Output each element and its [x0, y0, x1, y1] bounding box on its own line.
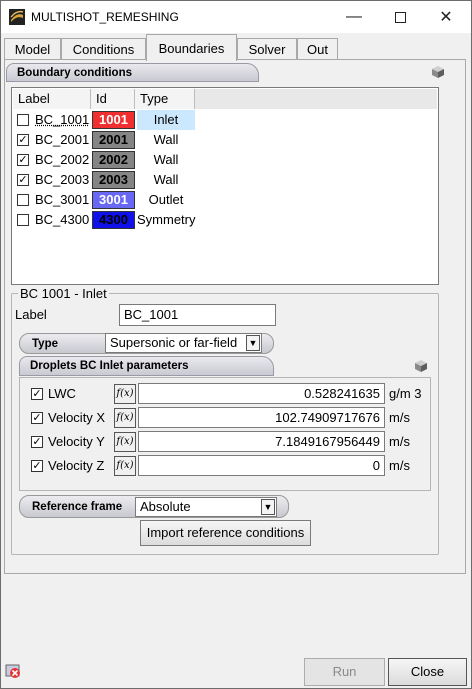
boundary-conditions-header: Boundary conditions: [6, 63, 259, 82]
function-button[interactable]: f(x): [114, 384, 136, 404]
row-label: BC_1001: [35, 112, 90, 127]
chevron-down-icon: ▼: [246, 335, 260, 351]
row-id-swatch: 2003: [92, 171, 135, 189]
app-window: MULTISHOT_REMESHING — ✕ Model Conditions…: [0, 0, 472, 689]
function-button[interactable]: f(x): [114, 408, 136, 428]
row-checkbox[interactable]: [17, 194, 29, 206]
row-type: Symmetry: [137, 212, 196, 227]
table-row[interactable]: BC_4300 4300 Symmetry: [13, 210, 437, 230]
row-checkbox[interactable]: ✓: [17, 174, 29, 186]
param-name: Velocity X: [48, 410, 106, 425]
row-label: BC_2002: [35, 152, 90, 167]
table-row[interactable]: ✓ BC_2002 2002 Wall: [13, 150, 437, 170]
param-checkbox[interactable]: ✓: [31, 412, 43, 424]
tab-label: Conditions: [72, 42, 135, 57]
cube-icon[interactable]: [431, 65, 445, 79]
chevron-down-icon: ▼: [261, 499, 275, 515]
tab-label: Out: [307, 42, 328, 57]
type-caption: Type: [32, 337, 58, 350]
row-id-swatch: 3001: [92, 191, 135, 209]
column-header-type[interactable]: Type: [135, 89, 195, 109]
param-name: LWC: [48, 386, 76, 401]
param-checkbox[interactable]: ✓: [31, 460, 43, 472]
window-title: MULTISHOT_REMESHING: [31, 10, 179, 24]
tab-boundaries[interactable]: Boundaries: [146, 34, 237, 61]
droplets-header: Droplets BC Inlet parameters: [19, 356, 274, 376]
table-row[interactable]: BC_1001 1001 Inlet: [13, 110, 437, 130]
param-value-input[interactable]: 102.74909717676: [138, 407, 385, 428]
section-title: Droplets BC Inlet parameters: [30, 360, 189, 372]
tab-out[interactable]: Out: [297, 38, 338, 60]
boundary-table: Label Id Type BC_1001 1001 Inlet ✓ BC_2001 20…: [11, 87, 439, 285]
param-checkbox[interactable]: ✓: [31, 388, 43, 400]
header-text: Type: [140, 91, 169, 106]
cube-icon[interactable]: [414, 359, 428, 373]
title-bar: MULTISHOT_REMESHING — ✕: [1, 1, 471, 33]
bc-detail-title: BC 1001 - Inlet: [18, 286, 109, 301]
label-input[interactable]: BC_1001: [119, 304, 276, 326]
row-id-swatch: 2002: [92, 151, 135, 169]
header-text: Label: [18, 91, 50, 106]
close-button[interactable]: Close: [388, 658, 467, 686]
type-select-value: Supersonic or far-field: [110, 335, 238, 350]
tab-model[interactable]: Model: [4, 38, 61, 60]
section-title: Boundary conditions: [17, 66, 132, 79]
row-type: Wall: [153, 132, 179, 147]
param-unit: g/m 3: [389, 386, 422, 401]
row-checkbox[interactable]: ✓: [17, 134, 29, 146]
row-label: BC_2003: [35, 172, 90, 187]
param-unit: m/s: [389, 434, 410, 449]
param-value-input[interactable]: 7.1849167956449: [138, 431, 385, 452]
row-id-swatch: 2001: [92, 131, 135, 149]
run-button[interactable]: Run: [304, 658, 385, 686]
close-icon[interactable]: ✕: [423, 1, 469, 33]
param-name: Velocity Y: [48, 434, 105, 449]
tab-conditions[interactable]: Conditions: [61, 38, 146, 60]
type-select[interactable]: Supersonic or far-field ▼: [105, 333, 262, 353]
table-row[interactable]: BC_3001 3001 Outlet: [13, 190, 437, 210]
import-reference-conditions-button[interactable]: Import reference conditions: [140, 520, 311, 546]
param-unit: m/s: [389, 410, 410, 425]
reference-frame-select[interactable]: Absolute ▼: [135, 497, 277, 517]
function-button[interactable]: f(x): [114, 432, 136, 452]
status-error-icon[interactable]: [5, 662, 23, 680]
column-header-id[interactable]: Id: [91, 89, 135, 109]
row-label: BC_2001: [35, 132, 90, 147]
reference-frame-value: Absolute: [140, 499, 191, 514]
row-checkbox[interactable]: [17, 214, 29, 226]
param-checkbox[interactable]: ✓: [31, 436, 43, 448]
tab-label: Boundaries: [158, 40, 225, 56]
minimize-icon[interactable]: —: [331, 1, 377, 33]
row-checkbox[interactable]: ✓: [17, 154, 29, 166]
row-id-swatch: 4300: [92, 211, 135, 229]
table-header: Label Id Type: [13, 89, 437, 109]
reference-frame-caption: Reference frame: [32, 500, 123, 513]
param-value-input[interactable]: 0.528241635: [138, 383, 385, 404]
column-header-label[interactable]: Label: [13, 89, 91, 109]
row-type: Wall: [153, 172, 179, 187]
app-icon: [9, 9, 25, 25]
param-name: Velocity Z: [48, 458, 105, 473]
row-label: BC_4300: [35, 212, 90, 227]
row-type: Wall: [153, 152, 179, 167]
tab-label: Solver: [248, 42, 286, 57]
row-id-swatch: 1001: [92, 111, 135, 129]
row-type: Inlet: [137, 110, 195, 130]
function-button[interactable]: f(x): [114, 456, 136, 476]
row-label: BC_3001: [35, 192, 90, 207]
row-type: Outlet: [148, 192, 184, 207]
header-text: Id: [96, 91, 107, 106]
table-row[interactable]: ✓ BC_2001 2001 Wall: [13, 130, 437, 150]
table-row[interactable]: ✓ BC_2003 2003 Wall: [13, 170, 437, 190]
maximize-icon[interactable]: [377, 1, 423, 33]
param-unit: m/s: [389, 458, 410, 473]
tab-label: Model: [14, 42, 51, 57]
label-caption: Label: [15, 307, 47, 322]
param-value-input[interactable]: 0: [138, 455, 385, 476]
row-checkbox[interactable]: [17, 114, 29, 126]
tab-solver[interactable]: Solver: [237, 38, 297, 60]
